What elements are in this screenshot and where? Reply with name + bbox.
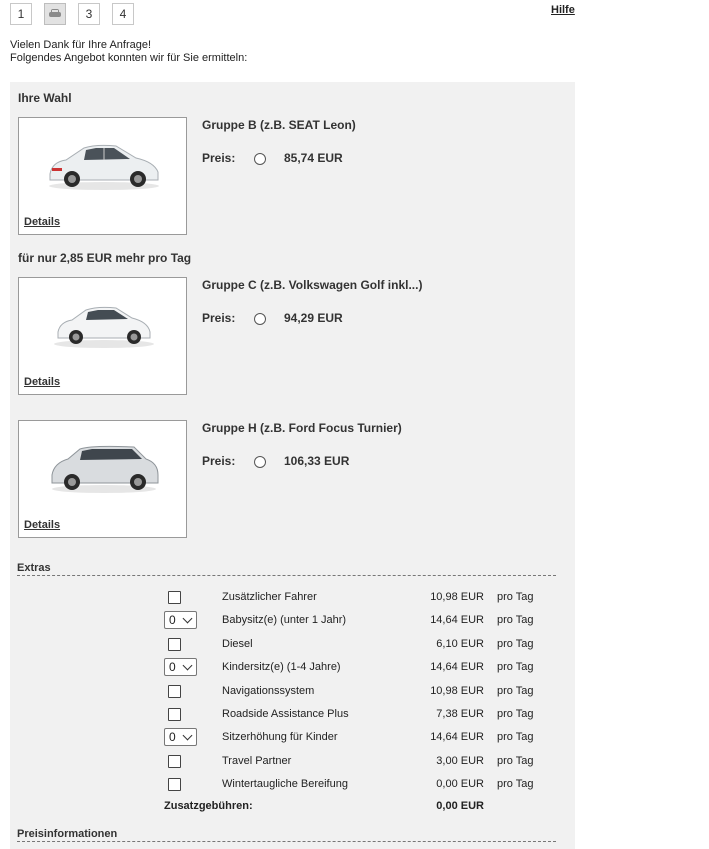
price-value-group-b: 85,74 EUR (284, 151, 343, 165)
price-row-group-c: Preis: 94,29 EUR (202, 311, 343, 325)
extra-name: Diesel (222, 638, 253, 650)
checkbox-winterbereifung[interactable] (168, 777, 181, 791)
extra-name: Navigationssystem (222, 685, 315, 697)
car-title-group-b: Gruppe B (z.B. SEAT Leon) (202, 118, 356, 132)
extra-price: 14,64 EUR (430, 614, 484, 626)
extra-row-roadside-assistance: Roadside Assistance Plus 7,38 EUR pro Ta… (164, 704, 554, 724)
select-value: 0 (169, 660, 176, 674)
upsell-heading: für nur 2,85 EUR mehr pro Tag (18, 251, 192, 265)
fees-value: 0,00 EUR (436, 800, 484, 812)
step-1-label: 1 (17, 7, 25, 21)
fees-row: Zusatzgebühren: 0,00 EUR (164, 800, 554, 816)
car-image-vw-golf (54, 306, 154, 348)
price-row-group-b: Preis: 85,74 EUR (202, 151, 343, 165)
car-title-group-c: Gruppe C (z.B. Volkswagen Golf inkl...) (202, 278, 423, 292)
price-value-group-h: 106,33 EUR (284, 454, 350, 468)
your-choice-heading: Ihre Wahl (18, 91, 72, 105)
extra-row-winterbereifung: Wintertaugliche Bereifung 0,00 EUR pro T… (164, 774, 554, 794)
extra-name: Sitzerhöhung für Kinder (222, 731, 338, 743)
extra-row-travel-partner: Travel Partner 3,00 EUR pro Tag (164, 751, 554, 771)
step-navigation: 1 3 4 (10, 3, 146, 25)
extra-row-navigationssystem: Navigationssystem 10,98 EUR pro Tag (164, 681, 554, 701)
step-4[interactable]: 4 (112, 3, 134, 25)
details-link-group-b[interactable]: Details (24, 216, 60, 228)
extra-name: Babysitz(e) (unter 1 Jahr) (222, 614, 347, 626)
extra-name: Zusätzlicher Fahrer (222, 591, 317, 603)
car-card-group-h: Details (18, 420, 187, 538)
extras-heading: Extras (17, 562, 556, 576)
price-label: Preis: (202, 454, 236, 468)
intro-text: Vielen Dank für Ihre Anfrage! Folgendes … (10, 39, 247, 65)
extra-unit: pro Tag (497, 708, 534, 720)
select-value: 0 (169, 613, 176, 627)
extra-price: 0,00 EUR (436, 778, 484, 790)
extra-unit: pro Tag (497, 731, 534, 743)
price-label: Preis: (202, 311, 236, 325)
extra-row-kindersitz: 0 Kindersitz(e) (1-4 Jahre) 14,64 EUR pr… (164, 657, 554, 677)
extra-price: 7,38 EUR (436, 708, 484, 720)
help-link[interactable]: Hilfe (551, 4, 575, 16)
car-title-group-h: Gruppe H (z.B. Ford Focus Turnier) (202, 421, 402, 435)
offer-panel: Ihre Wahl Details Gruppe B (z.B. SEAT Le… (10, 82, 575, 849)
car-card-group-c: Details (18, 277, 187, 395)
checkbox-zusaetzlicher-fahrer[interactable] (168, 590, 181, 604)
details-link-group-h[interactable]: Details (24, 519, 60, 531)
extra-price: 14,64 EUR (430, 731, 484, 743)
extra-row-sitzerhoehung: 0 Sitzerhöhung für Kinder 14,64 EUR pro … (164, 727, 554, 747)
extra-row-babysitz: 0 Babysitz(e) (unter 1 Jahr) 14,64 EUR p… (164, 610, 554, 630)
checkbox-roadside-assistance[interactable] (168, 707, 181, 721)
radio-group-h[interactable] (254, 456, 266, 468)
chevron-down-icon (182, 660, 193, 671)
extra-row-diesel: Diesel 6,10 EUR pro Tag (164, 634, 554, 654)
price-value-group-c: 94,29 EUR (284, 311, 343, 325)
extra-unit: pro Tag (497, 638, 534, 650)
extra-unit: pro Tag (497, 661, 534, 673)
chevron-down-icon (182, 730, 193, 741)
car-image-seat-leon (49, 144, 159, 190)
price-label: Preis: (202, 151, 236, 165)
car-icon (48, 9, 62, 19)
extra-name: Kindersitz(e) (1-4 Jahre) (222, 661, 341, 673)
car-card-group-b: Details (18, 117, 187, 235)
step-3[interactable]: 3 (78, 3, 100, 25)
intro-thanks: Vielen Dank für Ihre Anfrage! (10, 39, 152, 51)
step-2-vehicle[interactable] (44, 3, 66, 25)
extra-price: 10,98 EUR (430, 591, 484, 603)
extra-row-zusaetzlicher-fahrer: Zusätzlicher Fahrer 10,98 EUR pro Tag (164, 587, 554, 607)
select-sitzerhoehung[interactable]: 0 (164, 728, 197, 746)
radio-group-b[interactable] (254, 153, 266, 165)
extra-unit: pro Tag (497, 685, 534, 697)
extra-price: 3,00 EUR (436, 755, 484, 767)
step-3-label: 3 (85, 7, 93, 21)
fees-label: Zusatzgebühren: (164, 800, 253, 812)
extra-name: Travel Partner (222, 755, 292, 767)
extra-unit: pro Tag (497, 755, 534, 767)
price-row-group-h: Preis: 106,33 EUR (202, 454, 349, 468)
price-info-heading: Preisinformationen (17, 828, 556, 842)
radio-group-c[interactable] (254, 313, 266, 325)
select-kindersitz[interactable]: 0 (164, 658, 197, 676)
car-image-ford-focus-turnier (51, 445, 159, 493)
checkbox-diesel[interactable] (168, 637, 181, 651)
checkbox-navigationssystem[interactable] (168, 684, 181, 698)
checkbox-travel-partner[interactable] (168, 754, 181, 768)
extra-price: 14,64 EUR (430, 661, 484, 673)
step-4-label: 4 (119, 7, 127, 21)
extra-name: Roadside Assistance Plus (222, 708, 349, 720)
select-value: 0 (169, 730, 176, 744)
select-babysitz[interactable]: 0 (164, 611, 197, 629)
intro-offer: Folgendes Angebot konnten wir für Sie er… (10, 52, 248, 64)
extra-unit: pro Tag (497, 614, 534, 626)
chevron-down-icon (182, 613, 193, 624)
step-1[interactable]: 1 (10, 3, 32, 25)
extra-unit: pro Tag (497, 778, 534, 790)
extra-name: Wintertaugliche Bereifung (222, 778, 348, 790)
details-link-group-c[interactable]: Details (24, 376, 60, 388)
extra-price: 10,98 EUR (430, 685, 484, 697)
extra-price: 6,10 EUR (436, 638, 484, 650)
extra-unit: pro Tag (497, 591, 534, 603)
